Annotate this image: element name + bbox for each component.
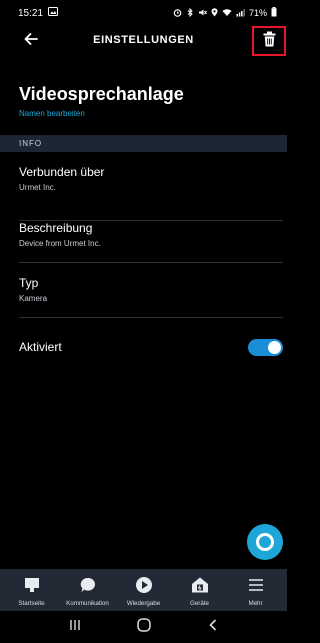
status-bar: 15:21 71% [0,0,287,26]
recent-apps-button[interactable] [60,615,90,639]
signal-icon [236,8,245,19]
nav-item-playback[interactable]: Wiedergabe [116,569,171,611]
toggle-knob [268,340,281,354]
trash-icon [263,31,276,52]
menu-icon [247,575,265,595]
info-row-value: Kamera [19,294,48,303]
home-icon [23,575,41,595]
devices-house-icon [191,575,209,595]
mute-icon [198,8,207,19]
location-icon [211,7,218,19]
battery-icon [271,7,277,19]
nav-item-more[interactable]: Mehr [228,569,283,611]
info-row-type: Typ Kamera [19,276,283,318]
section-header-info: INFO [0,135,287,152]
enabled-label: Aktiviert [19,340,62,354]
play-icon [135,575,153,595]
bluetooth-icon [186,7,194,19]
info-row-title: Verbunden über [19,165,105,179]
status-right: 71% [173,7,277,19]
home-system-button[interactable] [129,615,159,639]
info-row-title: Typ [19,276,39,290]
chevron-left-icon [208,618,218,636]
alexa-icon [256,533,274,551]
status-left: 15:21 [18,7,59,19]
alarm-icon [173,8,182,19]
recent-apps-icon [69,618,81,636]
enabled-toggle[interactable] [248,338,283,356]
page-title: EINSTELLUNGEN [93,34,194,46]
app-bar: EINSTELLUNGEN [0,26,287,56]
nav-label: Kommunikation [66,600,109,607]
enabled-setting-row: Aktiviert [19,338,283,356]
system-nav-bar [0,611,287,643]
chat-bubble-icon [79,575,97,595]
device-name: Videosprechanlage [19,84,184,104]
back-system-button[interactable] [198,615,228,639]
alexa-button[interactable] [247,524,283,560]
info-row-description: Beschreibung Device from Urmet Inc. [19,221,283,263]
nav-label: Wiedergabe [126,600,161,607]
wifi-icon [222,8,232,19]
nav-label: Mehr [248,600,263,607]
battery-percent: 71% [248,8,267,18]
nav-label: Startseite [18,600,45,607]
gallery-notification-icon [48,7,59,19]
status-time: 15:21 [18,7,44,19]
home-circle-icon [136,617,151,637]
info-row-value: Urmet Inc. [19,183,56,192]
bottom-nav: Startseite Kommunikation Wiedergabe Gerä… [0,569,287,611]
nav-item-devices[interactable]: Geräte [172,569,227,611]
nav-item-communication[interactable]: Kommunikation [60,569,115,611]
info-row-connected-via: Verbunden über Urmet Inc. [19,165,283,221]
delete-button[interactable] [252,26,286,56]
info-row-title: Beschreibung [19,221,93,235]
info-row-value: Device from Urmet Inc. [19,239,101,248]
nav-item-home[interactable]: Startseite [4,569,59,611]
edit-name-link[interactable]: Namen bearbeiten [19,109,85,118]
nav-label: Geräte [190,600,209,607]
